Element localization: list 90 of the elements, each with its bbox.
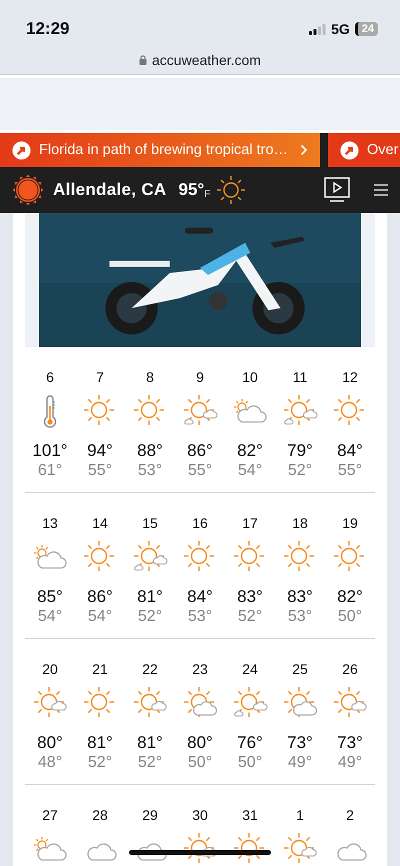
high-temperature: 101° — [32, 441, 68, 461]
low-temperature: 52° — [138, 754, 162, 772]
day-number: 27 — [42, 807, 58, 823]
day-number: 8 — [146, 369, 154, 385]
low-temperature: 54° — [88, 608, 112, 626]
day-number: 1 — [296, 807, 304, 823]
low-temperature: 52° — [138, 608, 162, 626]
day-number: 10 — [242, 369, 258, 385]
high-temperature: 81° — [137, 587, 163, 607]
day-number: 9 — [196, 369, 204, 385]
day-number: 2 — [346, 807, 354, 823]
high-temperature: 83° — [237, 587, 263, 607]
day-number: 21 — [92, 661, 108, 677]
low-temperature: 52° — [288, 462, 312, 480]
network-label: 5G — [331, 21, 350, 37]
high-temperature: 73° — [287, 733, 313, 753]
low-temperature: 54° — [38, 608, 62, 626]
arrow-circle-icon — [340, 140, 359, 160]
day-number: 23 — [192, 661, 208, 677]
low-temperature: 55° — [88, 462, 112, 480]
high-temperature: 82° — [337, 587, 363, 607]
low-temperature: 49° — [288, 754, 312, 772]
headline-text: Over — [367, 142, 398, 158]
high-temperature: 83° — [287, 587, 313, 607]
low-temperature: 54° — [238, 462, 262, 480]
high-temperature: 94° — [87, 441, 113, 461]
battery-indicator: 24 — [354, 22, 378, 36]
low-temperature: 50° — [238, 754, 262, 772]
day-number: 18 — [292, 515, 308, 531]
low-temperature: 50° — [338, 608, 362, 626]
low-temperature: 52° — [238, 608, 262, 626]
high-temperature: 76° — [237, 733, 263, 753]
high-temperature: 84° — [337, 441, 363, 461]
high-temperature: 88° — [137, 441, 163, 461]
location-name[interactable]: Allendale, CA — [53, 180, 166, 200]
clock-time: 12:29 — [26, 19, 70, 39]
headline-text: Florida in path of brewing tropical tro… — [39, 142, 290, 158]
low-temperature: 53° — [188, 608, 212, 626]
news-banner[interactable]: Over — [328, 133, 400, 167]
chevron-right-icon — [300, 144, 308, 156]
low-temperature: 55° — [188, 462, 212, 480]
day-number: 15 — [142, 515, 158, 531]
day-number: 25 — [292, 661, 308, 677]
low-temperature: 55° — [338, 462, 362, 480]
low-temperature: 53° — [138, 462, 162, 480]
day-number: 31 — [242, 807, 258, 823]
day-number: 6 — [46, 369, 54, 385]
high-temperature: 82° — [237, 441, 263, 461]
day-number: 20 — [42, 661, 58, 677]
high-temperature: 73° — [337, 733, 363, 753]
day-number: 28 — [92, 807, 108, 823]
day-number: 22 — [142, 661, 158, 677]
temperature-unit: F — [204, 188, 210, 200]
news-banner[interactable]: Florida in path of brewing tropical tro… — [0, 133, 320, 167]
day-number: 16 — [192, 515, 208, 531]
day-number: 30 — [192, 807, 208, 823]
day-number: 26 — [342, 661, 358, 677]
url-text[interactable]: accuweather.com — [152, 52, 261, 68]
low-temperature: 53° — [288, 608, 312, 626]
low-temperature: 61° — [38, 462, 62, 480]
menu-icon[interactable] — [374, 183, 388, 197]
day-number: 11 — [292, 369, 308, 385]
day-number: 14 — [92, 515, 108, 531]
video-icon[interactable] — [324, 177, 350, 203]
day-number: 17 — [242, 515, 258, 531]
sun-icon — [216, 175, 246, 205]
signal-icon — [309, 24, 326, 34]
day-number: 19 — [342, 515, 358, 531]
day-number: 24 — [242, 661, 258, 677]
low-temperature: 52° — [88, 754, 112, 772]
high-temperature: 81° — [137, 733, 163, 753]
high-temperature: 81° — [87, 733, 113, 753]
low-temperature: 49° — [338, 754, 362, 772]
day-number: 29 — [142, 807, 158, 823]
lock-icon — [139, 55, 148, 65]
high-temperature: 86° — [187, 441, 213, 461]
low-temperature: 50° — [188, 754, 212, 772]
day-number: 12 — [342, 369, 358, 385]
day-number: 13 — [42, 515, 58, 531]
low-temperature: 48° — [38, 754, 62, 772]
current-temperature: 95° — [178, 180, 204, 200]
arrow-circle-icon — [12, 140, 31, 160]
high-temperature: 86° — [87, 587, 113, 607]
sun-logo-icon — [13, 175, 43, 205]
high-temperature: 80° — [187, 733, 213, 753]
high-temperature: 80° — [37, 733, 63, 753]
day-number: 7 — [96, 369, 104, 385]
high-temperature: 85° — [37, 587, 63, 607]
high-temperature: 84° — [187, 587, 213, 607]
high-temperature: 79° — [287, 441, 313, 461]
